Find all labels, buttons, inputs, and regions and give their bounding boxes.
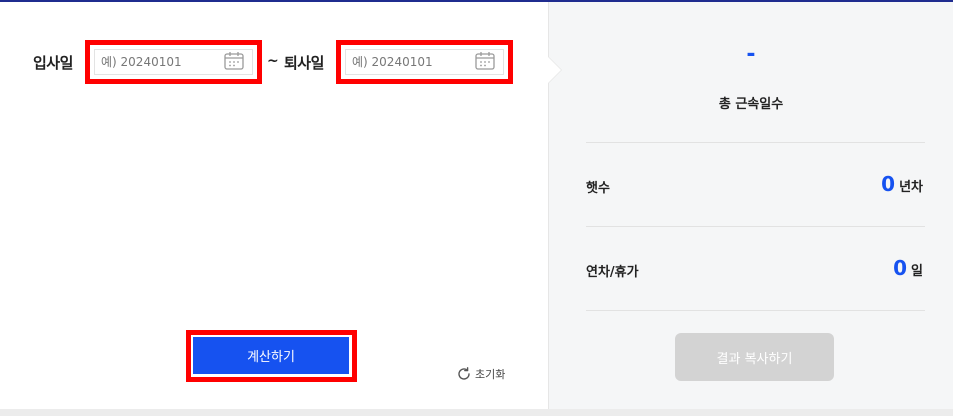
leave-unit: 일 xyxy=(911,264,923,279)
total-days-value: - xyxy=(746,42,756,67)
leave-label: 연차/휴가 xyxy=(586,265,639,280)
years-unit: 년차 xyxy=(899,180,923,195)
end-date-label: 퇴사일 xyxy=(284,54,324,72)
end-date-highlight xyxy=(336,40,513,84)
years-label: 햇수 xyxy=(586,181,610,196)
years-value-group: 0 년차 xyxy=(881,172,923,196)
calculate-button[interactable]: 계산하기 xyxy=(193,337,349,374)
divider xyxy=(586,142,925,143)
years-value: 0 xyxy=(881,172,896,196)
reset-label: 초기화 xyxy=(475,368,506,381)
bottom-border xyxy=(0,409,953,416)
calendar-icon[interactable] xyxy=(223,51,245,71)
result-panel: - 총 근속일수 햇수 0 년차 연차/휴가 0 일 결과 복사하기 xyxy=(548,2,953,409)
copy-result-button[interactable]: 결과 복사하기 xyxy=(675,333,834,381)
leave-value-group: 0 일 xyxy=(893,256,923,280)
start-date-highlight xyxy=(85,40,262,84)
date-range-separator: ~ xyxy=(267,53,279,69)
start-date-label: 입사일 xyxy=(33,54,73,72)
refresh-icon xyxy=(458,367,470,380)
divider xyxy=(586,226,925,227)
reset-button[interactable]: 초기화 xyxy=(456,366,505,382)
calendar-icon[interactable] xyxy=(474,51,496,71)
leave-value: 0 xyxy=(893,256,908,280)
total-days-label: 총 근속일수 xyxy=(718,97,784,112)
panel-pointer xyxy=(548,57,561,83)
divider xyxy=(586,310,925,311)
